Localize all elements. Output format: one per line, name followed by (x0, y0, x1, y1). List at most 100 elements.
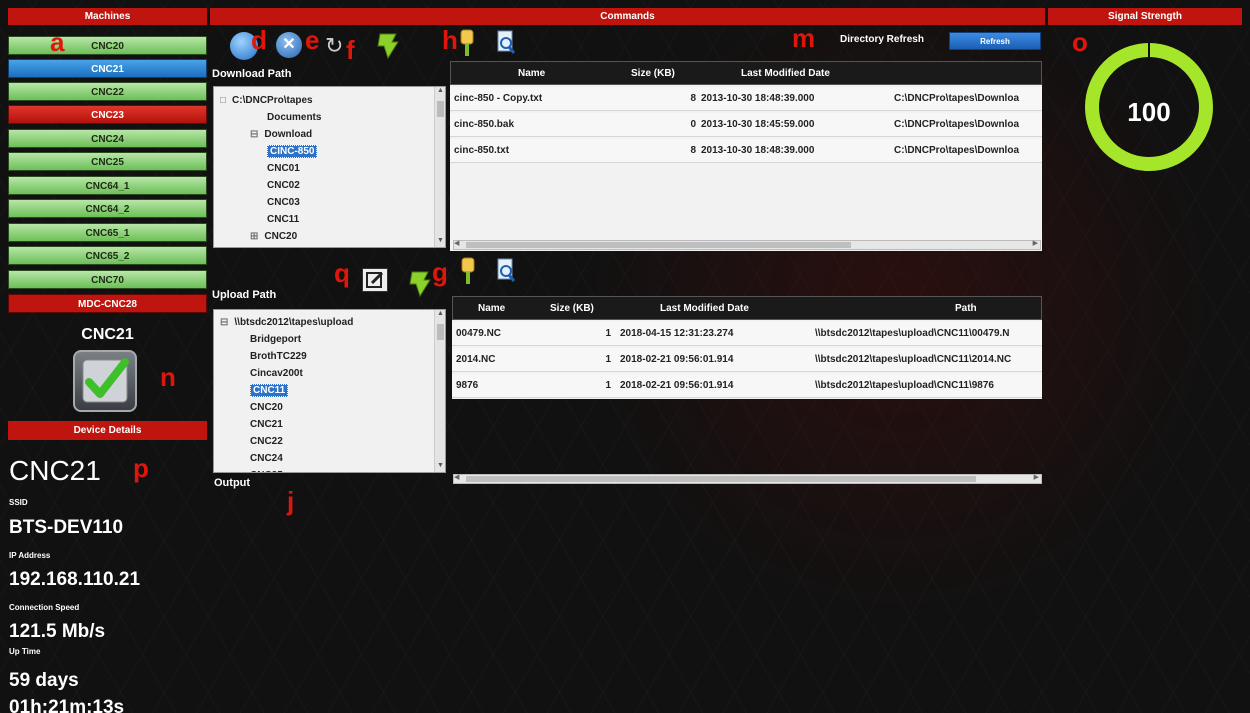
machine-item-cnc23[interactable]: CNC23 (8, 105, 207, 124)
signal-strength-header: Signal Strength (1048, 8, 1242, 25)
tree-node[interactable]: Documents (267, 112, 321, 123)
machine-item-mdc-cnc28[interactable]: MDC-CNC28 (8, 294, 207, 313)
delete-icon[interactable]: ✕ (276, 32, 302, 58)
tree-expander-icon[interactable]: ⊟ (250, 129, 258, 140)
tree-node-label: CNC01 (267, 163, 300, 174)
marker-n: n (160, 362, 176, 392)
tree-node[interactable]: CNC01 (267, 163, 300, 174)
device-name: CNC21 (9, 455, 101, 486)
cell-date: 2018-04-15 12:31:23.274 (620, 328, 734, 339)
edit-icon[interactable] (362, 268, 388, 292)
tree-node[interactable]: CNC22 (250, 436, 283, 447)
tree-node[interactable]: ⊟ \\btsdc2012\tapes\upload (220, 317, 353, 328)
tree-expander-icon[interactable]: □ (220, 95, 226, 106)
column-header-name[interactable]: Name (478, 303, 505, 314)
tree-node[interactable]: CNC02 (267, 180, 300, 191)
machine-item-cnc21[interactable]: CNC21 (8, 59, 207, 78)
column-header-size[interactable]: Size (KB) (550, 303, 594, 314)
column-header-size[interactable]: Size (KB) (631, 68, 675, 79)
tree-expander-icon[interactable]: ⊟ (220, 317, 228, 328)
cell-date: 2018-02-21 09:56:01.914 (620, 380, 734, 391)
marker-f: f (346, 35, 355, 65)
refresh-icon[interactable]: ↻ (325, 34, 343, 58)
tree-node[interactable]: CNC11 (250, 384, 289, 397)
column-header-path[interactable]: Path (955, 303, 977, 314)
cell-size: 1 (605, 354, 611, 365)
cell-size: 1 (605, 328, 611, 339)
table-row[interactable]: cinc-850.txt 8 2013-10-30 18:48:39.000 C:\D… (450, 139, 1042, 163)
machine-item-cnc64_2[interactable]: CNC64_2 (8, 199, 207, 218)
upload-grid-hscrollbar[interactable]: ◀ ▶ (453, 474, 1042, 484)
table-row[interactable]: 9876 1 2018-02-21 09:56:01.914 \\btsdc2012\… (452, 374, 1042, 398)
cell-path: C:\DNCPro\tapes\Downloa (894, 93, 1020, 104)
tree-node-label: Download (264, 129, 313, 140)
tree-node-label: CNC25 (250, 470, 283, 472)
machine-item-cnc20[interactable]: CNC20 (8, 36, 207, 55)
marker-m: m (792, 23, 816, 53)
tree-node[interactable]: Cincav200t (250, 368, 303, 379)
tree-node-label: CNC21 (250, 419, 283, 430)
send-upload-icon[interactable] (458, 256, 478, 286)
machine-item-cnc24[interactable]: CNC24 (8, 129, 207, 148)
search-upload-icon[interactable] (495, 258, 517, 284)
cell-date: 2018-02-21 09:56:01.914 (620, 354, 734, 365)
tree-node-label: BrothTC229 (250, 351, 307, 362)
tree-node[interactable]: ⊟ Download (250, 129, 312, 140)
tree-node[interactable]: CNC20 (250, 402, 283, 413)
tree-node-label: Bridgeport (250, 334, 302, 345)
tree-node[interactable]: □ C:\DNCPro\tapes (220, 95, 313, 106)
transfer-download-icon[interactable] (376, 30, 400, 62)
tree-node[interactable]: Bridgeport (250, 334, 301, 345)
tree-node-label: CNC11 (250, 384, 289, 397)
ip-value: 192.168.110.21 (9, 569, 141, 590)
cell-date: 2013-10-30 18:48:39.000 (701, 93, 815, 104)
download-file-grid[interactable]: Name Size (KB) Last Modified Date cinc-8… (450, 61, 1042, 251)
upload-tree[interactable]: ▲ ▼ ⊟ \\btsdc2012\tapes\upload Bridgeport Br… (213, 309, 446, 473)
tree-node[interactable]: BrothTC229 (250, 351, 307, 362)
download-tree[interactable]: ▲ ▼ □ C:\DNCPro\tapes Documents ⊟ Download CIN… (213, 86, 446, 248)
tree-node-label: CINC-850 (267, 145, 318, 158)
refresh-button[interactable]: Refresh (949, 32, 1041, 50)
tree-node[interactable]: CINC-850 (267, 145, 318, 158)
machine-item-cnc65_2[interactable]: CNC65_2 (8, 246, 207, 265)
tree-expander-icon[interactable]: ⊞ (250, 231, 258, 242)
transfer-upload-icon[interactable] (408, 268, 432, 300)
tree-node[interactable]: CNC24 (250, 453, 283, 464)
machine-item-cnc22[interactable]: CNC22 (8, 82, 207, 101)
download-tree-scrollbar[interactable]: ▲ ▼ (434, 87, 445, 247)
download-grid-hscrollbar[interactable]: ◀ ▶ (453, 240, 1041, 250)
ssid-label: SSID (9, 498, 28, 507)
table-row[interactable]: cinc-850.bak 0 2013-10-30 18:45:59.000 C:\D… (450, 113, 1042, 137)
ssid-value: BTS-DEV110 (9, 517, 124, 538)
column-header-name[interactable]: Name (518, 68, 545, 79)
tree-node[interactable]: CNC25 (250, 470, 283, 472)
machine-item-cnc25[interactable]: CNC25 (8, 152, 207, 171)
machine-item-cnc70[interactable]: CNC70 (8, 270, 207, 289)
tree-node[interactable]: ⊞ CNC20 (250, 231, 297, 242)
cell-path: \\btsdc2012\tapes\upload\CNC11\2014.NC (815, 354, 1012, 365)
tree-node[interactable]: CNC03 (267, 197, 300, 208)
cell-path: \\btsdc2012\tapes\upload\CNC11\9876 (815, 380, 994, 391)
machine-item-cnc64_1[interactable]: CNC64_1 (8, 176, 207, 195)
column-header-date[interactable]: Last Modified Date (660, 303, 749, 314)
table-row[interactable]: 2014.NC 1 2018-02-21 09:56:01.914 \\btsdc20… (452, 348, 1042, 372)
selected-machine-name: CNC21 (81, 326, 134, 343)
table-row[interactable]: cinc-850 - Copy.txt 8 2013-10-30 18:48:39.… (450, 87, 1042, 111)
upload-tree-scrollbar[interactable]: ▲ ▼ (434, 310, 445, 472)
upload-file-grid[interactable]: Name Size (KB) Last Modified Date Path 0… (452, 296, 1042, 399)
send-download-icon[interactable] (457, 28, 477, 58)
marker-h: h (442, 25, 458, 55)
table-row[interactable]: 00479.NC 1 2018-04-15 12:31:23.274 \\btsdc2… (452, 322, 1042, 346)
cell-date: 2013-10-30 18:48:39.000 (701, 145, 815, 156)
column-header-date[interactable]: Last Modified Date (741, 68, 830, 79)
marker-a: a (50, 27, 65, 57)
cell-name: 2014.NC (456, 354, 496, 365)
tree-node[interactable]: CNC21 (250, 419, 283, 430)
cell-name: cinc-850.bak (454, 119, 515, 130)
tree-node[interactable]: CNC11 (267, 214, 299, 225)
tree-node-label: CNC11 (267, 214, 300, 225)
tree-node-label: \\btsdc2012\tapes\upload (234, 317, 354, 328)
machine-item-cnc65_1[interactable]: CNC65_1 (8, 223, 207, 242)
search-download-icon[interactable] (495, 30, 517, 56)
tree-node-label: CNC22 (250, 436, 283, 447)
